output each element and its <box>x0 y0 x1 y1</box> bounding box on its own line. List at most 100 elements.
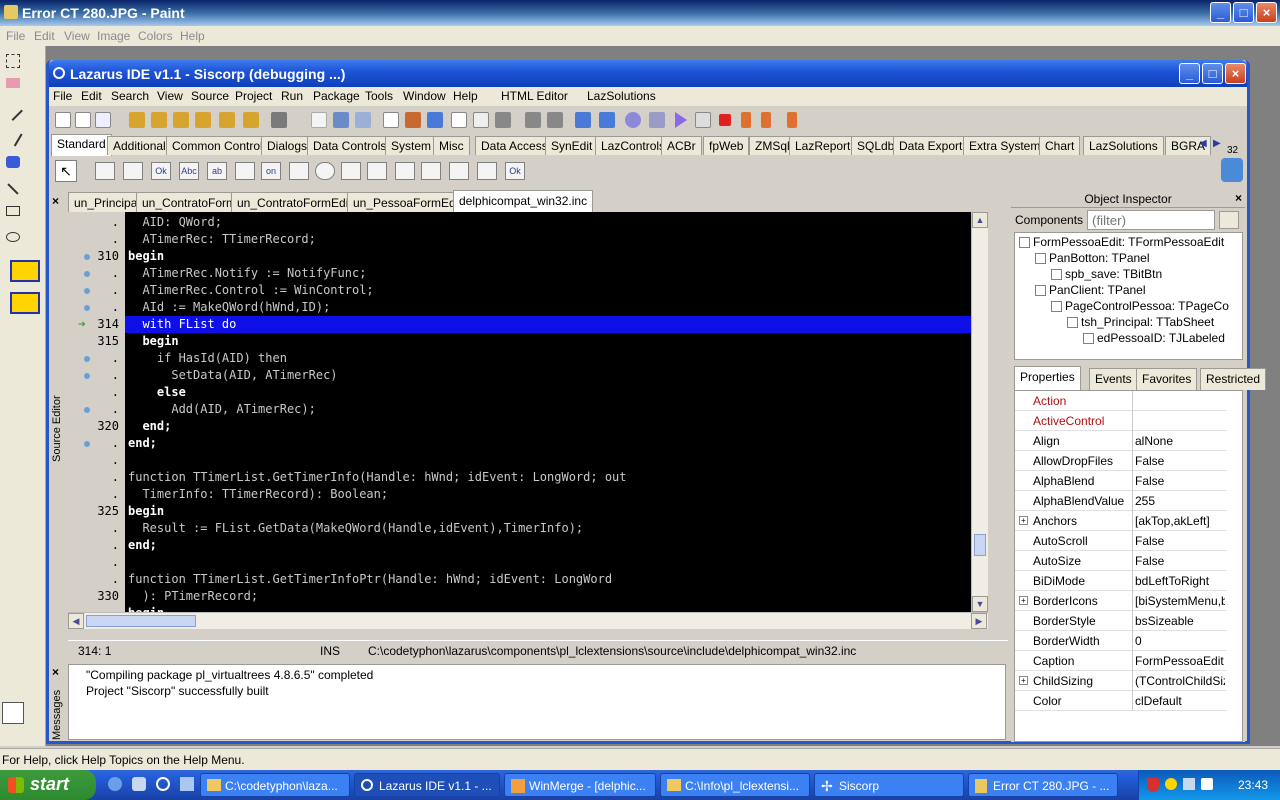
gutter-line[interactable]: 310 <box>68 248 125 265</box>
menu-project[interactable]: Project <box>235 89 272 103</box>
inspect-icon[interactable] <box>451 112 467 128</box>
editor-horizontal-scrollbar[interactable]: ◀ ▶ <box>68 612 988 629</box>
gutter-line[interactable]: 325 <box>68 503 125 520</box>
paint-menu-view[interactable]: View <box>64 29 90 43</box>
property-value[interactable]: bsSizeable <box>1135 614 1225 628</box>
gutter-line[interactable]: 330 <box>68 588 125 605</box>
quicklaunch-ie-icon[interactable] <box>108 777 122 791</box>
code-line[interactable]: end; <box>125 435 971 452</box>
palette-tab-chart[interactable]: Chart <box>1039 136 1081 155</box>
property-row[interactable]: AlphaBlendValue 255 <box>1015 491 1227 511</box>
palette-scroll-left-icon[interactable]: ◀ <box>1199 138 1207 149</box>
code-line[interactable]: begin <box>125 333 971 350</box>
save-all-icon[interactable] <box>195 112 211 128</box>
property-value[interactable]: False <box>1135 554 1225 568</box>
component-listbox-icon[interactable] <box>341 162 361 180</box>
taskbar-item-explorer-codetyphon[interactable]: C:\codetyphon\laza... <box>200 773 350 797</box>
component-checkbox-icon[interactable] <box>289 162 309 180</box>
taskbar-item-explorer-info[interactable]: C:\Info\pl_lclextensi... <box>660 773 810 797</box>
lazarus-minimize-button[interactable]: _ <box>1179 63 1200 84</box>
tab-favorites[interactable]: Favorites <box>1136 368 1198 390</box>
code-line[interactable]: end; <box>125 418 971 435</box>
tree-node[interactable]: PanBotton: TPanel <box>1035 251 1150 265</box>
code-line[interactable]: end; <box>125 537 971 554</box>
palette-tab-data-controls[interactable]: Data Controls <box>307 136 393 155</box>
editor-tab-delphicompat[interactable]: delphicompat_win32.inc <box>453 190 594 212</box>
menu-run[interactable]: Run <box>281 89 303 103</box>
property-row[interactable]: + Anchors [akTop,akLeft] <box>1015 511 1227 531</box>
message-line[interactable]: Project "Siscorp" successfully built <box>86 684 269 698</box>
palette-tab-extra-system[interactable]: Extra System <box>963 136 1047 155</box>
editor-tab-un-contratoformedit[interactable]: un_ContratoFormEdit <box>231 192 358 212</box>
fill-icon[interactable] <box>6 156 20 168</box>
component-mainmenu-icon[interactable] <box>95 162 115 180</box>
code-line[interactable]: else <box>125 384 971 401</box>
close-editor-icon[interactable]: × <box>52 194 59 208</box>
gutter-line[interactable]: . <box>68 401 125 418</box>
gutter-line[interactable]: . <box>68 435 125 452</box>
lazarus-desktop-icon[interactable] <box>10 260 40 282</box>
gutter-line[interactable]: . <box>68 469 125 486</box>
quicklaunch-app-icon[interactable] <box>132 777 146 791</box>
expand-plus-icon[interactable]: + <box>1019 676 1028 685</box>
replace-icon[interactable] <box>243 112 259 128</box>
component-checkgroup-icon[interactable] <box>477 162 497 180</box>
code-line[interactable]: TimerInfo: TTimerRecord): Boolean; <box>125 486 971 503</box>
gutter-line[interactable]: . <box>68 265 125 282</box>
line-icon[interactable] <box>7 183 19 195</box>
property-value[interactable]: FormPessoaEdit <box>1135 654 1225 668</box>
gutter-line[interactable]: . <box>68 520 125 537</box>
color-picker-icon[interactable] <box>3 101 23 121</box>
palette-download-icon[interactable] <box>1221 158 1243 182</box>
gutter-line[interactable]: . <box>68 537 125 554</box>
find-icon[interactable] <box>219 112 235 128</box>
code-line[interactable]: ATimerRec.Notify := NotifyFunc; <box>125 265 971 282</box>
new-project-icon[interactable] <box>95 112 111 128</box>
gutter-line[interactable]: . <box>68 486 125 503</box>
code-line[interactable]: begin <box>125 605 971 612</box>
code-line[interactable]: ): PTimerRecord; <box>125 588 971 605</box>
property-row[interactable]: ActiveControl <box>1015 411 1227 431</box>
taskbar-item-paint[interactable]: Error CT 280.JPG - ... <box>968 773 1118 797</box>
palette-tab-acbr[interactable]: ACBr <box>661 136 702 155</box>
vertical-scroll-thumb[interactable] <box>974 534 986 556</box>
property-value[interactable]: [akTop,akLeft] <box>1135 514 1225 528</box>
component-button-icon[interactable]: Ok <box>151 162 171 180</box>
property-row[interactable]: + BorderIcons [biSystemMenu,bi <box>1015 591 1227 611</box>
palette-tab-common-controls[interactable]: Common Controls <box>166 136 275 155</box>
component-edit-icon[interactable]: ab <box>207 162 227 180</box>
tab-properties[interactable]: Properties <box>1014 366 1081 390</box>
lazarus-title-bar[interactable]: Lazarus IDE v1.1 - Siscorp (debugging ..… <box>49 60 1247 87</box>
menu-file[interactable]: File <box>53 89 72 103</box>
component-popupmenu-icon[interactable] <box>123 162 143 180</box>
breakpoint-dot-icon[interactable] <box>84 356 90 362</box>
new-form-icon[interactable] <box>75 112 91 128</box>
new-unit-icon[interactable] <box>55 112 71 128</box>
palette-tab-lazcontrols[interactable]: LazControls <box>595 136 672 155</box>
eraser-icon[interactable] <box>6 78 20 88</box>
component-combobox-icon[interactable] <box>367 162 387 180</box>
property-row[interactable]: AlphaBlend False <box>1015 471 1227 491</box>
property-value[interactable]: 255 <box>1135 494 1225 508</box>
rectangle-icon[interactable] <box>6 206 20 216</box>
palette-tab-data-access[interactable]: Data Access <box>475 136 554 155</box>
selection-tool-icon[interactable]: ↖ <box>55 160 77 182</box>
menu-source[interactable]: Source <box>191 89 229 103</box>
messages-panel[interactable]: "Compiling package pl_virtualtrees 4.8.6… <box>68 664 1006 740</box>
code-line[interactable]: function TTimerList.GetTimerInfoPtr(Hand… <box>125 571 971 588</box>
view-forms-icon[interactable] <box>405 112 421 128</box>
horizontal-scroll-thumb[interactable] <box>86 615 196 627</box>
stop-icon[interactable] <box>719 114 731 126</box>
component-radiogroup-icon[interactable] <box>449 162 469 180</box>
debug-icon[interactable] <box>575 112 591 128</box>
gutter-line[interactable]: . <box>68 554 125 571</box>
menu-window[interactable]: Window <box>403 89 446 103</box>
palette-tab-dialogs[interactable]: Dialogs <box>261 136 314 155</box>
pencil-icon[interactable] <box>3 127 23 147</box>
tree-node[interactable]: FormPessoaEdit: TFormPessoaEdit <box>1019 235 1224 249</box>
tree-node[interactable]: PageControlPessoa: TPageCo <box>1051 299 1229 313</box>
breakpoint-dot-icon[interactable] <box>84 254 90 260</box>
component-groupbox-icon[interactable] <box>421 162 441 180</box>
cut-icon[interactable] <box>355 112 371 128</box>
property-value[interactable]: 0 <box>1135 634 1225 648</box>
